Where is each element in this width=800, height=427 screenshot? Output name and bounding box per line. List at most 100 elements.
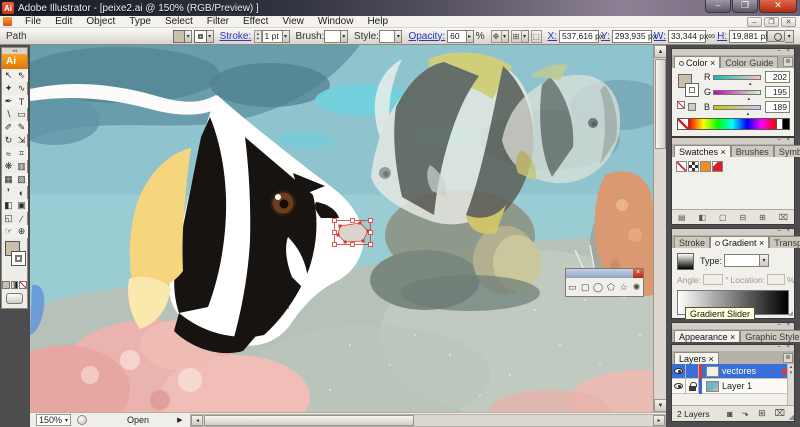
swatch-libraries-icon[interactable]: ▤ [678,213,686,222]
close-button[interactable]: ✕ [759,0,797,13]
tab-brushes[interactable]: Brushes [731,145,774,157]
red-value[interactable]: 202 [765,71,790,83]
red-slider[interactable]: ▴ [713,75,761,80]
hand-tool[interactable]: ☞ [2,225,15,238]
ellipse-tool-icon[interactable]: ◯ [592,281,604,295]
shape-palette-titlebar[interactable]: × [566,269,643,278]
stroke-swatch[interactable] [194,30,207,43]
panel-collapse-close-icons[interactable]: – × [777,48,792,54]
menu-edit[interactable]: Edit [48,16,79,27]
slice-tool[interactable]: ∕ [15,212,28,225]
layer-thumbnail[interactable] [706,366,719,377]
stroke-weight-stepper[interactable]: ▲▼ [254,30,261,43]
doc-close-button[interactable]: ✕ [781,17,796,27]
swatch-none[interactable] [676,161,687,172]
vertical-scroll-thumb[interactable] [655,59,666,149]
lock-toggle[interactable] [686,364,699,379]
blend-tool[interactable]: ◐ [15,186,28,199]
warp-tool[interactable]: ≈ [2,147,15,160]
swatch-red[interactable] [712,161,723,172]
paintbrush-tool[interactable]: ✐ [2,121,15,134]
tab-appearance[interactable]: Appearance × [674,330,740,342]
new-color-group-icon[interactable]: ⊟ [740,213,747,222]
swatch-orange[interactable] [700,161,711,172]
green-value[interactable]: 195 [765,86,790,98]
y-label[interactable]: Y: [601,31,610,42]
gradient-type-select[interactable] [724,254,760,267]
align-dropdown-icon[interactable]: ▾ [522,30,529,43]
panel-menu-icon[interactable]: ≣ [783,57,793,67]
zoom-level-control[interactable]: 150% ▾ [36,414,71,426]
fill-dropdown-icon[interactable]: ▾ [185,30,192,43]
new-layer-icon[interactable]: ⊞ [758,408,766,419]
layer-row-vectores[interactable]: vectores [672,364,789,379]
none-mode-button[interactable] [19,281,27,289]
blue-slider-thumb[interactable]: ▴ [747,111,750,117]
column-graph-tool[interactable]: ▥ [15,160,28,173]
menu-filter[interactable]: Filter [200,16,236,27]
gradient-thumbnail[interactable] [677,253,694,270]
canvas[interactable]: × ▭ ▢ ◯ ⬠ ☆ ✺ [30,45,653,412]
x-label[interactable]: X: [548,31,557,42]
menu-window[interactable]: Window [311,16,361,27]
panel-collapse-close-icons[interactable]: – × [777,228,792,234]
mesh-tool[interactable]: ▦ [2,173,15,186]
maximize-button[interactable]: ❐ [732,0,758,13]
h-value[interactable]: 19,881 px [729,30,767,43]
opacity-slider-icon[interactable]: ▸ [467,30,474,43]
screen-mode-button[interactable] [6,293,23,304]
artboard[interactable] [30,45,653,412]
lock-toggle[interactable] [686,379,699,394]
layer-name[interactable]: Layer 1 [722,381,787,391]
gradient-location-field[interactable] [767,274,785,285]
tab-swatches[interactable]: Swatches × [674,145,731,157]
zoom-tool[interactable]: ⊕ [15,225,28,238]
layer-row-layer-1[interactable]: Layer 1 [672,379,789,394]
magic-wand-tool[interactable]: ✦ [2,82,15,95]
stroke-color-proxy[interactable] [11,251,26,266]
tab-graphic-styles[interactable]: Graphic Styles [740,330,800,342]
pen-tool[interactable]: ✒ [2,95,15,108]
style-dropdown-icon[interactable]: ▾ [395,30,402,43]
go-to-bridge-icon[interactable] [767,30,785,42]
fill-swatch[interactable] [173,30,186,43]
gradient-mode-button[interactable] [11,281,19,289]
direct-selection-tool[interactable]: ⇖ [15,69,28,82]
horizontal-scroll-thumb[interactable] [204,415,414,426]
isolate-selection-icon[interactable]: ⬚ [531,30,542,43]
star-tool-icon[interactable]: ☆ [618,281,630,295]
recolor-artwork-icon[interactable]: ❉ [491,30,502,43]
menu-help[interactable]: Help [360,16,395,27]
scroll-left-icon[interactable]: ◂ [191,415,203,426]
opacity-value[interactable]: 60 [447,30,467,43]
swatch-kinds-icon[interactable]: ◧ [699,213,707,222]
live-paint-bucket-tool[interactable]: ◧ [2,199,15,212]
visibility-toggle[interactable] [672,364,686,379]
spectrum-ramp[interactable] [689,118,777,130]
horizontal-scrollbar[interactable]: ◂ ▸ [190,414,666,427]
menu-view[interactable]: View [275,16,311,27]
stroke-weight-label[interactable]: Stroke: [220,31,252,42]
gradient-type-dropdown-icon[interactable]: ▾ [760,254,769,267]
color-last-swatch[interactable] [688,103,696,111]
line-segment-tool[interactable]: ∖ [2,108,15,121]
vertical-scrollbar[interactable]: ▲ ▼ [653,45,666,412]
free-transform-tool[interactable]: ⌗ [15,147,28,160]
stroke-dropdown-icon[interactable]: ▾ [207,30,214,43]
eyedropper-tool[interactable]: ❜ [2,186,15,199]
polygon-tool-icon[interactable]: ⬠ [605,281,617,295]
stroke-weight-dropdown-icon[interactable]: ▾ [283,30,290,43]
rounded-rectangle-tool-icon[interactable]: ▢ [579,281,591,295]
blue-slider[interactable]: ▴ [713,105,761,110]
tab-symbols[interactable]: Symbols [774,145,800,157]
bridge-dropdown-icon[interactable]: ▾ [785,30,794,43]
style-field[interactable] [379,30,396,43]
spectrum-none-swatch[interactable] [677,118,689,130]
panel-resize-icon[interactable]: ◢ [788,310,793,317]
lasso-tool[interactable]: ∿ [15,82,28,95]
menu-file[interactable]: File [18,16,48,27]
tab-layers[interactable]: Layers × [674,352,719,364]
shape-tools-palette[interactable]: × ▭ ▢ ◯ ⬠ ☆ ✺ [565,268,644,297]
constrain-link-icon[interactable]: ∞ [708,31,715,42]
w-label[interactable]: W: [654,31,666,42]
